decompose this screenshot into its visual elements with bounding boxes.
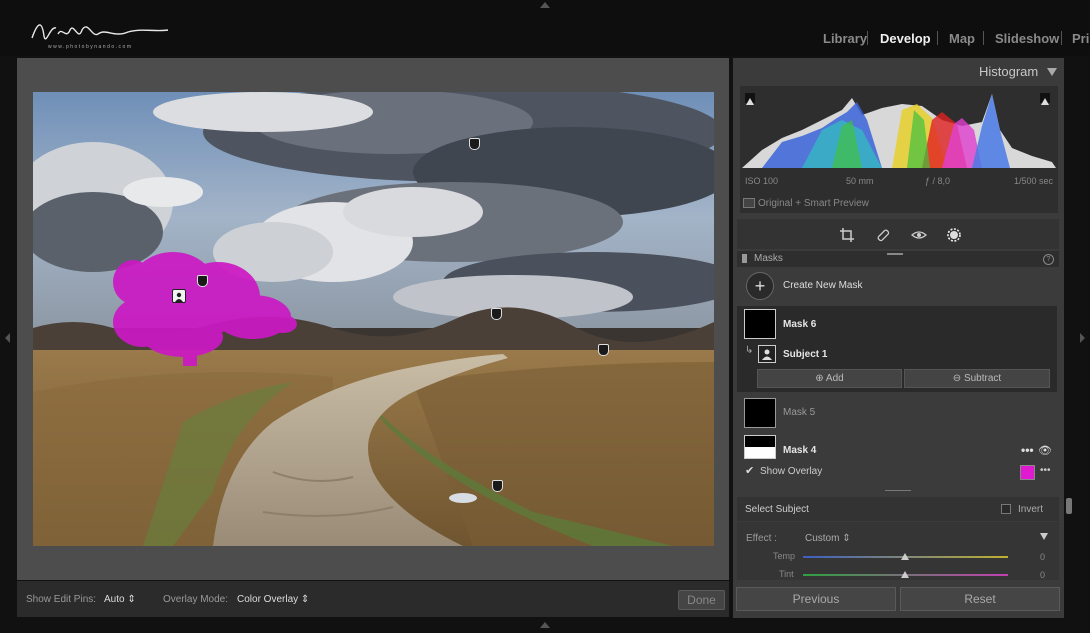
module-divider (983, 31, 984, 45)
overlay-color-swatch[interactable] (1020, 465, 1035, 480)
more-options-icon[interactable]: ••• (1021, 443, 1034, 457)
module-divider (1061, 31, 1062, 45)
module-library[interactable]: Library (823, 31, 867, 46)
module-slideshow[interactable]: Slideshow (995, 31, 1059, 46)
tint-label: Tint (779, 569, 794, 579)
effect-collapse-icon[interactable] (1040, 533, 1048, 540)
create-new-mask-label[interactable]: Create New Mask (783, 280, 862, 291)
aperture-value: ƒ / 8,0 (925, 176, 951, 186)
effect-label: Effect : (746, 533, 777, 544)
module-develop[interactable]: Develop (880, 31, 931, 46)
edit-pin-icon[interactable] (491, 308, 502, 320)
identity-plate-logo: www.photobynando.com (28, 16, 173, 56)
invert-checkbox[interactable] (1001, 504, 1011, 514)
reset-button[interactable]: Reset (900, 587, 1060, 611)
show-overlay-label: Show Overlay (760, 466, 823, 477)
edit-pin-icon[interactable] (598, 344, 609, 356)
edit-pins-label: Show Edit Pins: (26, 594, 97, 605)
mask-4-label[interactable]: Mask 4 (783, 445, 816, 456)
overlay-mode-select[interactable]: Color Overlay ⇕ (237, 594, 309, 605)
collapse-top-arrow-icon[interactable] (540, 2, 550, 8)
subject-pin-icon[interactable] (172, 289, 186, 303)
module-print[interactable]: Prin (1072, 31, 1090, 46)
shutter-value: 1/500 sec (1014, 176, 1054, 186)
histogram-title[interactable]: Histogram (979, 64, 1038, 79)
preview-status-label: Original + Smart Preview (758, 198, 869, 209)
svg-text:www.photobynando.com: www.photobynando.com (48, 44, 132, 50)
help-icon[interactable]: ? (1043, 254, 1054, 265)
temp-value[interactable]: 0 (1040, 552, 1045, 562)
tool-strip (737, 219, 1059, 249)
photo-canvas[interactable] (13, 82, 743, 546)
mask-4-thumbnail[interactable] (744, 435, 776, 459)
panel-scrollbar[interactable] (1066, 498, 1072, 514)
subject-1-label[interactable]: Subject 1 (783, 349, 827, 360)
plus-icon[interactable]: + (746, 272, 774, 300)
mask-5-label[interactable]: Mask 5 (783, 407, 815, 418)
effect-preset-select[interactable]: Custom ⇕ (805, 533, 851, 544)
edit-pin-icon[interactable] (469, 138, 480, 150)
collapse-right-arrow-icon[interactable] (1080, 333, 1085, 343)
masking-icon[interactable] (946, 227, 962, 243)
temp-label: Temp (773, 551, 796, 561)
indent-arrow-icon: ↳ (745, 345, 754, 356)
edit-pins-select[interactable]: Auto ⇕ (104, 594, 136, 605)
focal-length-value: 50 mm (846, 176, 874, 186)
previous-button[interactable]: Previous (736, 587, 896, 611)
edit-pin-icon[interactable] (492, 480, 503, 492)
masks-title: Masks (754, 253, 783, 264)
tint-slider-handle[interactable] (901, 571, 909, 578)
mask-6-label[interactable]: Mask 6 (783, 319, 816, 330)
collapse-bottom-arrow-icon[interactable] (540, 622, 550, 628)
histogram-collapse-icon[interactable] (1047, 68, 1057, 76)
select-subject-label: Select Subject (745, 504, 809, 515)
crop-icon[interactable] (839, 227, 855, 243)
smart-preview-icon (743, 198, 755, 208)
tint-value[interactable]: 0 (1040, 570, 1045, 580)
add-button[interactable]: ⊕ Add (757, 369, 902, 388)
red-eye-icon[interactable] (911, 227, 927, 243)
mask-5-thumbnail[interactable] (744, 398, 776, 428)
module-map[interactable]: Map (949, 31, 975, 46)
show-overlay-checkbox[interactable]: ✔ (745, 464, 754, 477)
subject-icon[interactable] (758, 345, 776, 363)
healing-icon[interactable] (875, 227, 891, 243)
edit-pin-icon[interactable] (197, 275, 208, 287)
panel-resize-handle[interactable] (885, 490, 911, 491)
module-divider (867, 31, 868, 45)
overlay-options-icon[interactable]: ••• (1040, 465, 1051, 476)
subtract-button[interactable]: ⊖ Subtract (904, 369, 1050, 388)
iso-value: ISO 100 (745, 176, 779, 186)
invert-label: Invert (1018, 504, 1044, 515)
histogram-graph[interactable] (742, 90, 1056, 170)
panel-toggle-icon[interactable] (742, 254, 747, 263)
mask-6-thumbnail[interactable] (744, 309, 776, 339)
overlay-mode-label: Overlay Mode: (163, 594, 229, 605)
eye-icon[interactable]: 👁 (1038, 444, 1052, 457)
collapse-left-arrow-icon[interactable] (5, 333, 10, 343)
temp-slider-handle[interactable] (901, 553, 909, 560)
done-button[interactable]: Done (678, 590, 725, 610)
module-divider (937, 31, 938, 45)
masks-drag-handle[interactable] (887, 253, 903, 255)
